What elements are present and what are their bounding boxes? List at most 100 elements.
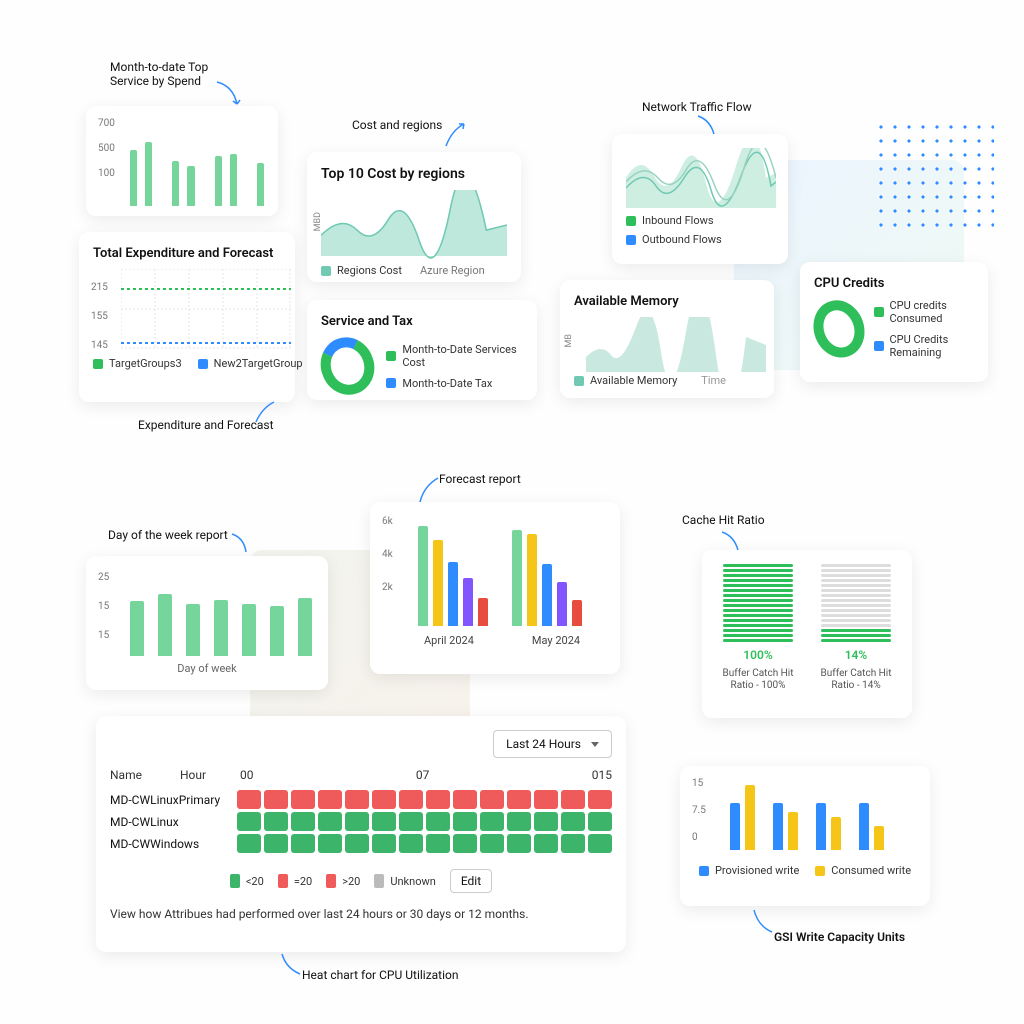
heat-lg: =20 <box>294 875 312 888</box>
regions-legend: Azure Region <box>420 264 485 277</box>
gsi-tick: 7.5 <box>692 805 706 816</box>
bar <box>187 166 194 206</box>
note-heat: Heat chart for CPU Utilization <box>302 968 459 982</box>
credits-title: CPU Credits <box>814 276 974 291</box>
st-legend: Month-to-Date Services Cost <box>402 343 523 369</box>
dow-xlab: Day of week <box>100 662 314 675</box>
gauge-sub: Buffer Catch Hit Ratio - 14% <box>817 668 895 692</box>
bar <box>572 600 582 626</box>
bar <box>478 598 488 626</box>
mtd-tick: 100 <box>98 168 115 179</box>
head-h0: 00 <box>240 768 254 782</box>
gauge-pct: 14% <box>845 648 868 662</box>
credits-legend: CPU Credits Remaining <box>890 333 974 359</box>
gauge-sub: Buffer Catch Hit Ratio - 100% <box>719 668 797 692</box>
bar <box>242 604 256 656</box>
regions-area <box>321 190 507 260</box>
exp-tick: 145 <box>91 340 108 351</box>
card-gsi: 15 7.5 0 Provisioned write Consumed writ… <box>680 766 930 906</box>
mem-legend: Available Memory <box>590 374 677 387</box>
gauge-pct: 100% <box>743 648 772 662</box>
card-dow: 25 15 15 Day of week <box>86 556 328 690</box>
bar <box>257 163 264 206</box>
bar <box>512 530 522 626</box>
heat-row-label: MD-CWWindows <box>110 837 229 851</box>
note-cost-regions: Cost and regions <box>352 118 442 132</box>
exp-grid <box>121 269 291 349</box>
fc-tick: 2k <box>382 582 393 593</box>
head-h15: 015 <box>592 768 612 782</box>
chevron-down-icon <box>591 742 599 747</box>
bar <box>158 594 172 656</box>
heat-lg: Unknown <box>390 875 435 888</box>
note-dow: Day of the week report <box>108 528 228 542</box>
bar <box>145 142 152 206</box>
bar <box>186 604 200 656</box>
bar <box>130 601 144 656</box>
note-network: Network Traffic Flow <box>642 100 752 114</box>
bar <box>773 803 783 850</box>
bar <box>448 562 458 626</box>
gauge-stripes <box>821 564 891 642</box>
bar <box>788 812 798 850</box>
bar <box>130 150 137 206</box>
gsi-legend: Consumed write <box>831 864 911 877</box>
donut-icon <box>313 330 383 403</box>
edit-button[interactable]: Edit <box>450 869 492 893</box>
fc-cat: May 2024 <box>532 634 580 647</box>
heat-row <box>237 812 612 831</box>
bar <box>214 600 228 656</box>
st-title: Service and Tax <box>321 314 523 329</box>
exp-tick: 215 <box>91 282 108 293</box>
bar <box>433 540 443 626</box>
card-cache: 100% Buffer Catch Hit Ratio - 100% 14% B… <box>702 550 912 718</box>
note-mtd: Month-to-date Top Service by Spend <box>110 60 208 88</box>
network-legend: Inbound Flows <box>642 214 714 227</box>
bar <box>557 582 567 626</box>
range-select[interactable]: Last 24 Hours <box>493 730 612 758</box>
bar <box>215 156 222 206</box>
mem-ylab: MB <box>564 334 574 347</box>
bar <box>730 803 740 850</box>
note-exp: Expenditure and Forecast <box>138 418 274 432</box>
mem-title: Available Memory <box>574 294 760 309</box>
dow-tick: 25 <box>98 572 109 583</box>
bar <box>874 826 884 850</box>
bar <box>298 598 312 656</box>
exp-legend: TargetGroups3 <box>109 357 182 370</box>
bar <box>745 785 755 850</box>
credits-legend: CPU credits Consumed <box>890 299 974 325</box>
gsi-tick: 15 <box>692 778 706 789</box>
card-forecast: 6k 4k 2k April 2024 May 2024 <box>370 502 620 674</box>
exp-legend: New2TargetGroup <box>214 357 303 370</box>
bar <box>230 154 237 206</box>
exp-title: Total Expenditure and Forecast <box>93 246 281 261</box>
head-name: Name <box>110 768 160 782</box>
card-credits: CPU Credits CPU credits Consumed CPU Cre… <box>800 262 988 382</box>
bar <box>172 161 179 206</box>
head-hour: Hour <box>180 768 220 782</box>
heat-lg: >20 <box>342 875 360 888</box>
heat-row-label: MD-CWLinuxPrimary <box>110 793 229 807</box>
note-gsi: GSI Write Capacity Units <box>774 930 905 944</box>
st-legend: Month-to-Date Tax <box>402 377 492 390</box>
heat-row <box>237 834 612 853</box>
bar <box>831 817 841 850</box>
bar <box>463 578 473 626</box>
card-network: Inbound Flows Outbound Flows <box>612 134 788 264</box>
note-cache: Cache Hit Ratio <box>682 513 765 527</box>
bar <box>542 564 552 626</box>
fc-tick: 4k <box>382 549 393 560</box>
mem-area <box>586 317 766 372</box>
card-regions: Top 10 Cost by regions MBD Regions Cost … <box>307 152 521 282</box>
bar <box>527 534 537 626</box>
heat-desc: View how Attribues had performed over la… <box>110 907 612 921</box>
network-legend: Outbound Flows <box>642 233 722 246</box>
bar <box>816 803 826 850</box>
heat-lg: <20 <box>246 875 264 888</box>
gauge-stripes <box>723 564 793 642</box>
mem-time: Time <box>701 374 726 387</box>
network-area <box>626 148 776 208</box>
note-forecast: Forecast report <box>439 472 521 486</box>
card-expenditure: Total Expenditure and Forecast 215 155 1… <box>79 232 295 402</box>
